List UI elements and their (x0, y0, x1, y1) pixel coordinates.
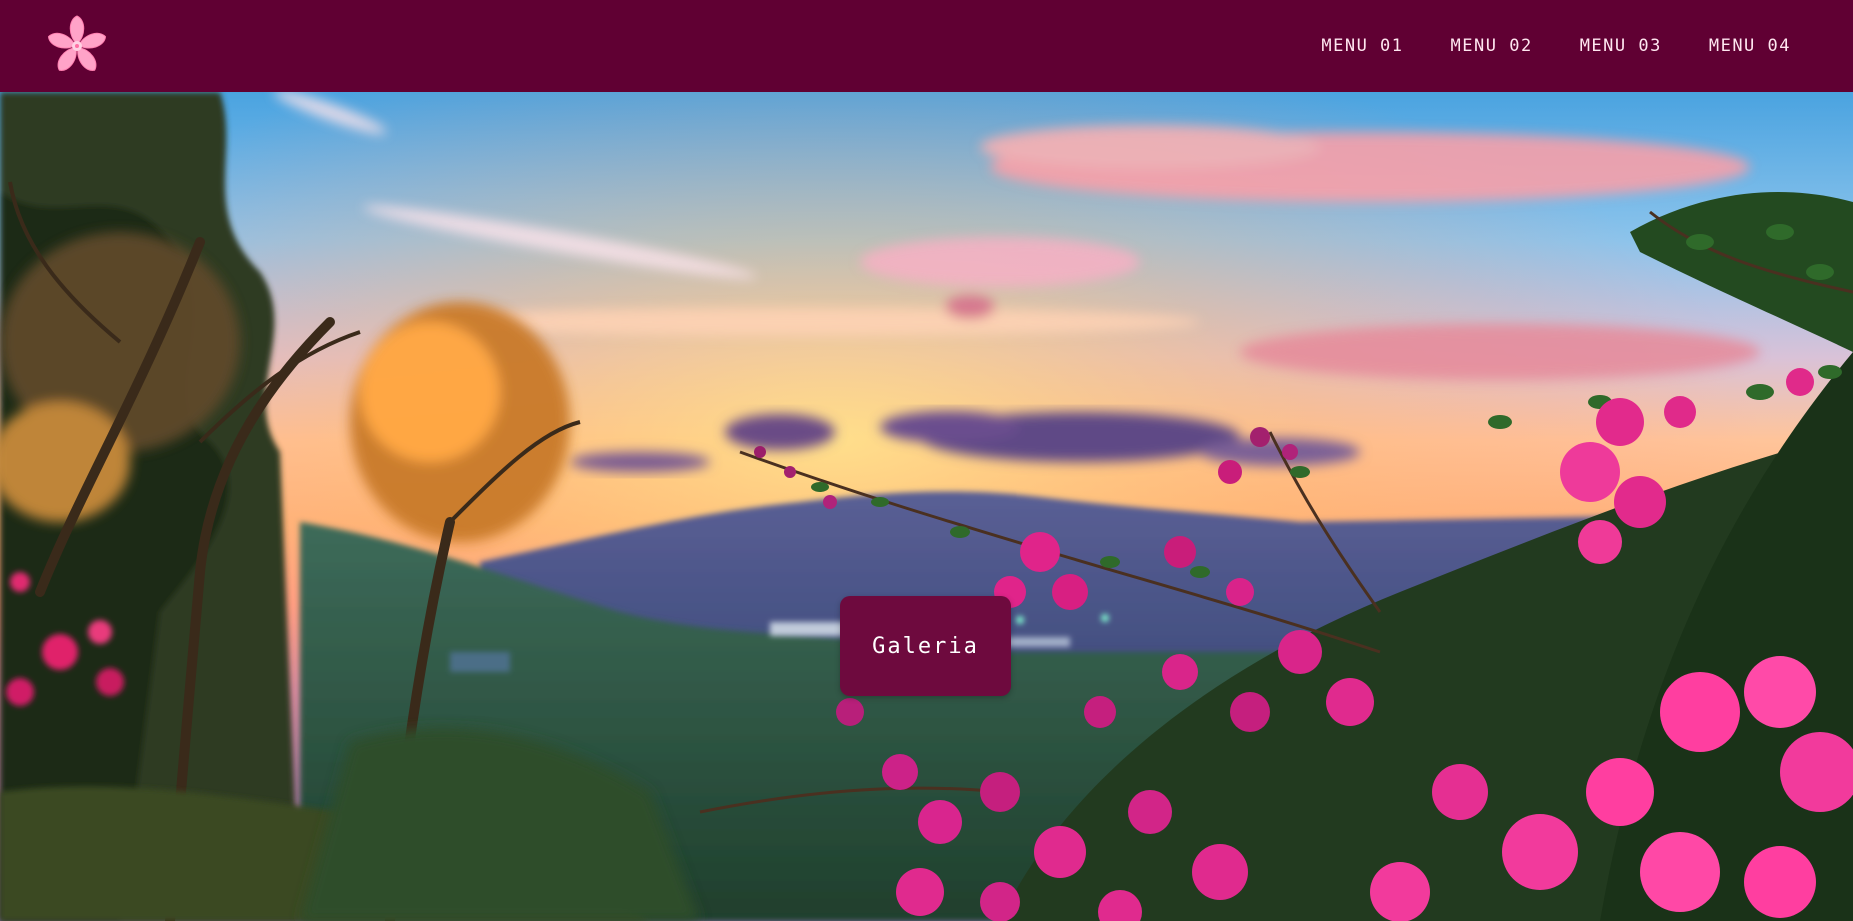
hero-section: Galeria (0, 92, 1853, 921)
menu-item-04[interactable]: MENU 04 (1709, 30, 1791, 62)
page: MENU 01 MENU 02 MENU 03 MENU 04 Galeria (0, 0, 1853, 921)
menu-item-02[interactable]: MENU 02 (1451, 30, 1533, 62)
cherry-blossom-icon[interactable] (44, 14, 110, 78)
galeria-button[interactable]: Galeria (840, 596, 1011, 696)
menu-item-01[interactable]: MENU 01 (1321, 30, 1403, 62)
menu-item-03[interactable]: MENU 03 (1580, 30, 1662, 62)
top-navbar: MENU 01 MENU 02 MENU 03 MENU 04 (0, 0, 1853, 92)
hero-background-image (0, 92, 1853, 921)
main-menu: MENU 01 MENU 02 MENU 03 MENU 04 (1274, 0, 1791, 92)
